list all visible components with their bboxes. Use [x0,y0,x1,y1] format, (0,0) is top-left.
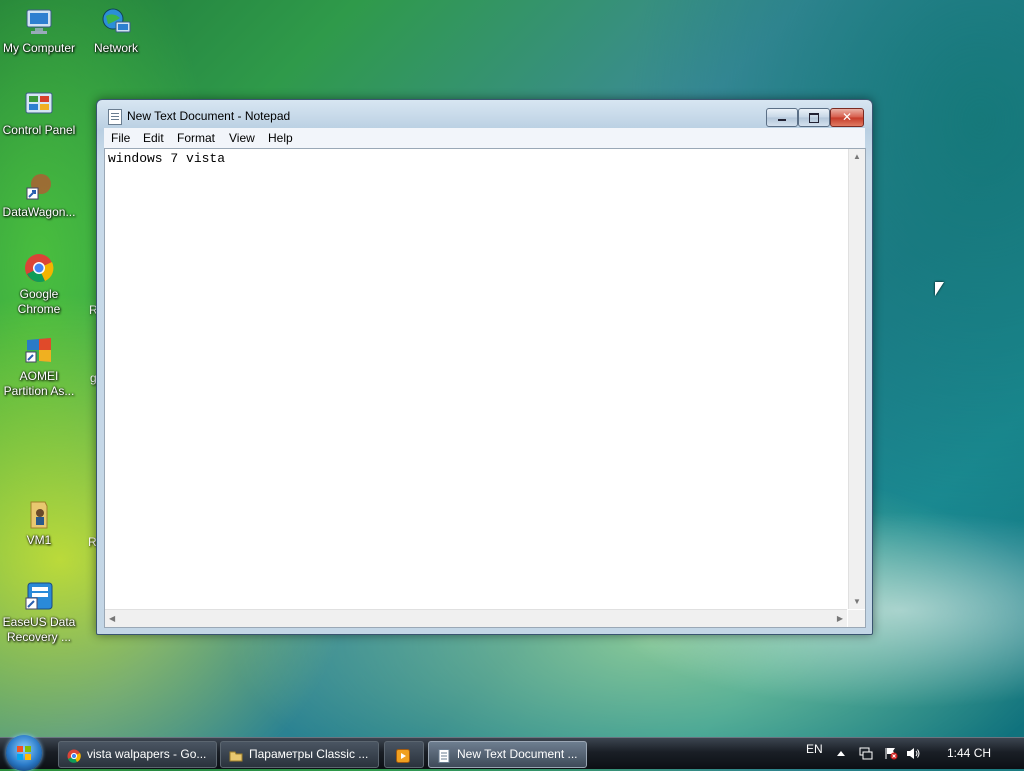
editor-content[interactable]: windows 7 vista [108,151,225,166]
desktop-icon-label: Control Panel [2,123,76,137]
scroll-down-icon[interactable]: ▼ [853,597,861,606]
maximize-icon [809,113,819,123]
text-editor[interactable]: windows 7 vista ▲ ▼ ◀ ▶ [104,148,866,628]
desktop-icon-network[interactable]: Network [77,6,155,56]
desktop-icon-control-panel[interactable]: Control Panel [0,88,78,138]
network-status-icon[interactable] [859,747,873,760]
window-title: New Text Document - Notepad [127,109,291,123]
desktop-icon-easeus[interactable]: EaseUS Data Recovery ... [0,580,78,645]
folder-icon [229,747,243,762]
taskbar-button-folder[interactable]: Параметры Classic ... [220,741,379,768]
desktop-icon-label: Google Chrome [17,287,61,316]
desktop-icon-label: Network [93,41,138,55]
taskbar: vista walpapers - Go... Параметры Classi… [0,734,1024,771]
scroll-right-icon[interactable]: ▶ [837,614,843,623]
desktop-icon-google-chrome[interactable]: Google Chrome [0,252,78,317]
desktop-icon-my-computer[interactable]: My Computer [0,6,78,56]
desktop-icon-datawagon[interactable]: DataWagon... [0,170,78,220]
scroll-left-icon[interactable]: ◀ [109,614,115,623]
mouse-cursor-icon [935,282,944,296]
taskbar-button-media-player[interactable] [384,741,424,768]
desktop-icon-label: AOMEI Partition As... [3,369,75,398]
action-center-icon[interactable] [884,747,898,760]
menu-edit[interactable]: Edit [143,131,164,145]
aomei-icon [23,334,55,366]
computer-icon [23,6,55,38]
scroll-corner [848,610,865,627]
desktop-icon-label: VM1 [26,533,52,547]
desktop-icon-label: DataWagon... [2,205,76,219]
scroll-up-icon[interactable]: ▲ [853,152,861,161]
menu-bar: File Edit Format View Help [104,128,865,148]
taskbar-button-notepad[interactable]: New Text Document ... [428,741,587,768]
taskbar-button-label: Параметры Classic ... [249,747,369,761]
easeus-icon [23,580,55,612]
media-player-icon [396,747,410,763]
folder-icon [23,498,55,530]
menu-file[interactable]: File [111,131,130,145]
vertical-scrollbar[interactable]: ▲ ▼ [848,149,865,609]
desktop-icon-vm1[interactable]: VM1 [0,498,78,548]
notepad-window[interactable]: New Text Document - Notepad ✕ File Edit … [96,99,873,635]
notepad-icon [108,109,122,125]
volume-icon[interactable] [906,747,920,760]
taskbar-button-chrome[interactable]: vista walpapers - Go... [58,741,217,768]
close-button[interactable]: ✕ [830,108,864,127]
menu-format[interactable]: Format [177,131,215,145]
clock[interactable]: 1:44 CH [947,738,991,769]
chrome-icon [67,747,81,763]
close-icon: ✕ [841,110,853,124]
title-bar[interactable]: New Text Document - Notepad ✕ [97,100,872,130]
desktop-icon-label: My Computer [2,41,76,55]
desktop-icon-aomei[interactable]: AOMEI Partition As... [0,334,78,399]
taskbar-button-label: vista walpapers - Go... [87,747,207,761]
horizontal-scrollbar[interactable]: ◀ ▶ [105,609,847,627]
taskbar-button-label: New Text Document ... [457,747,578,761]
control-panel-icon [23,88,55,120]
language-indicator[interactable]: EN [806,734,823,765]
chrome-icon [23,252,55,284]
network-icon [100,6,132,38]
minimize-icon [778,119,786,121]
minimize-button[interactable] [766,108,798,127]
start-button[interactable] [6,735,42,771]
show-hidden-icon[interactable] [836,747,850,760]
shortcut-icon [23,170,55,202]
menu-view[interactable]: View [229,131,255,145]
menu-help[interactable]: Help [268,131,293,145]
desktop-icon-label: EaseUS Data Recovery ... [2,615,76,644]
notepad-icon [437,747,451,763]
maximize-button[interactable] [798,108,830,127]
